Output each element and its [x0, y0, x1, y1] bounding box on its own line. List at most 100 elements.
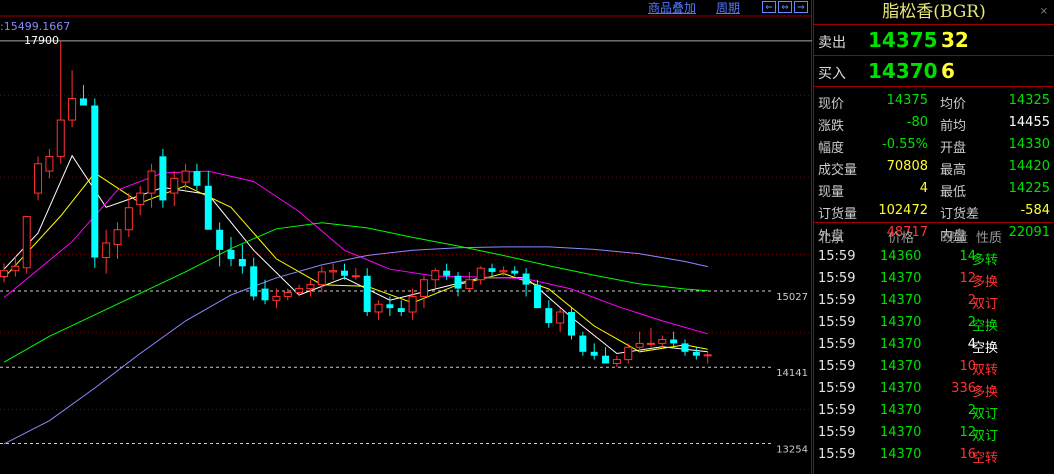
tick-row[interactable]: 15:59 14370 12 双订	[814, 421, 1054, 444]
candle-body	[204, 185, 212, 230]
candle[interactable]	[306, 279, 315, 297]
tick-type: 双转	[972, 363, 999, 378]
candle[interactable]	[351, 268, 360, 280]
candle[interactable]	[227, 237, 235, 267]
candle[interactable]	[272, 288, 281, 309]
candle[interactable]	[692, 347, 700, 360]
candle[interactable]	[34, 156, 43, 201]
candle[interactable]	[476, 266, 485, 285]
candle[interactable]	[329, 263, 338, 280]
tick-price: 14370	[880, 447, 922, 462]
buy-volume: 6	[941, 59, 955, 83]
candle-body	[488, 268, 496, 272]
candle[interactable]	[68, 70, 77, 128]
candle[interactable]	[170, 171, 179, 207]
candle-body	[102, 242, 111, 259]
candle[interactable]	[147, 163, 156, 208]
candle[interactable]	[113, 222, 122, 259]
candle[interactable]	[317, 266, 326, 293]
candle[interactable]	[522, 268, 530, 297]
tick-time: 15:59	[818, 359, 856, 374]
candle[interactable]	[579, 331, 587, 356]
candle[interactable]	[397, 300, 405, 317]
nav-fit-icon[interactable]: ⇔	[778, 1, 792, 13]
candle[interactable]	[545, 300, 553, 328]
candle[interactable]	[612, 355, 621, 368]
stats-row: 成交量 70808 最高 14420	[814, 156, 1054, 178]
candle[interactable]	[590, 343, 598, 360]
candle[interactable]	[363, 268, 371, 317]
candle[interactable]	[602, 347, 610, 364]
candle[interactable]	[238, 244, 246, 274]
period-link[interactable]: 周期	[716, 0, 740, 16]
candle[interactable]	[646, 327, 655, 348]
candle[interactable]	[193, 163, 201, 191]
candle[interactable]	[124, 193, 133, 238]
candle-body	[238, 258, 246, 267]
candle[interactable]	[56, 40, 65, 164]
candle-body	[511, 270, 519, 274]
candle[interactable]	[181, 163, 190, 190]
tick-row[interactable]: 15:59 14370 2 双订	[814, 289, 1054, 312]
candle[interactable]	[45, 149, 54, 179]
tick-type: 多转	[972, 253, 999, 268]
kline-chart[interactable]: 15027 14141 13254 17900:15499.1667	[0, 0, 812, 474]
candle[interactable]	[374, 300, 383, 320]
candle[interactable]	[341, 263, 348, 280]
candle[interactable]	[102, 229, 111, 274]
candle[interactable]	[159, 149, 167, 208]
candle[interactable]	[283, 288, 292, 301]
buy-quote: 买入 14370 6	[814, 56, 1054, 87]
tick-row[interactable]: 15:59 14370 4 空换	[814, 333, 1054, 356]
candle[interactable]	[22, 216, 31, 274]
candle-body	[612, 359, 621, 364]
nav-right-icon[interactable]: ⇒	[794, 1, 808, 13]
candle[interactable]	[681, 339, 689, 356]
stat-label-left: 成交量	[818, 163, 858, 178]
tick-row[interactable]: 15:59 14370 336 多换	[814, 377, 1054, 400]
candle[interactable]	[419, 275, 428, 309]
candle[interactable]	[431, 268, 440, 289]
candle[interactable]	[556, 308, 565, 332]
tick-row[interactable]: 15:59 14370 2 双订	[814, 399, 1054, 422]
close-icon[interactable]: ×	[1040, 0, 1048, 24]
candle-body	[0, 270, 8, 278]
reference-line-label: 15027	[776, 292, 808, 303]
overlay-link[interactable]: 商品叠加	[648, 0, 696, 16]
candle[interactable]	[703, 351, 712, 364]
candle[interactable]	[204, 171, 212, 230]
tick-row[interactable]: 15:59 14370 2 空换	[814, 311, 1054, 334]
ticks-header-time: 北京	[818, 231, 845, 246]
tick-type: 多换	[972, 275, 999, 290]
candle-body	[397, 308, 405, 312]
candle-body	[216, 229, 224, 250]
tick-row[interactable]: 15:59 14370 10 双转	[814, 355, 1054, 378]
candle-body	[419, 279, 428, 297]
stat-value-right: 14330	[1008, 137, 1050, 152]
candle[interactable]	[511, 266, 519, 276]
ticks-list[interactable]: 15:59 14360 14 多转 15:59 14370 12 多换 15:59 14370 2 双…	[814, 245, 1054, 466]
tick-row[interactable]: 15:59 14360 14 多转	[814, 245, 1054, 268]
candle[interactable]	[295, 284, 304, 297]
candle[interactable]	[91, 98, 99, 268]
candle[interactable]	[443, 263, 451, 280]
instrument-title: 脂松香(BGR) ×	[814, 0, 1054, 25]
nav-left-icon[interactable]: ⇐	[762, 1, 776, 13]
candle[interactable]	[670, 331, 678, 348]
candle-body	[590, 351, 598, 356]
candle[interactable]	[136, 185, 145, 216]
candle[interactable]	[408, 288, 417, 320]
tick-row[interactable]: 15:59 14370 12 多换	[814, 267, 1054, 290]
tick-row[interactable]: 15:59 14370 16 空转	[814, 443, 1054, 466]
candle[interactable]	[250, 257, 258, 301]
candle[interactable]	[635, 331, 644, 352]
stat-value-left: -0.55%	[882, 137, 928, 152]
candle[interactable]	[465, 271, 474, 293]
candle-body	[602, 355, 610, 364]
candle[interactable]	[216, 222, 224, 267]
candle-body	[363, 275, 371, 312]
candle[interactable]	[568, 308, 575, 340]
candle[interactable]	[454, 271, 462, 297]
candle[interactable]	[658, 335, 667, 348]
candle[interactable]	[488, 263, 496, 276]
